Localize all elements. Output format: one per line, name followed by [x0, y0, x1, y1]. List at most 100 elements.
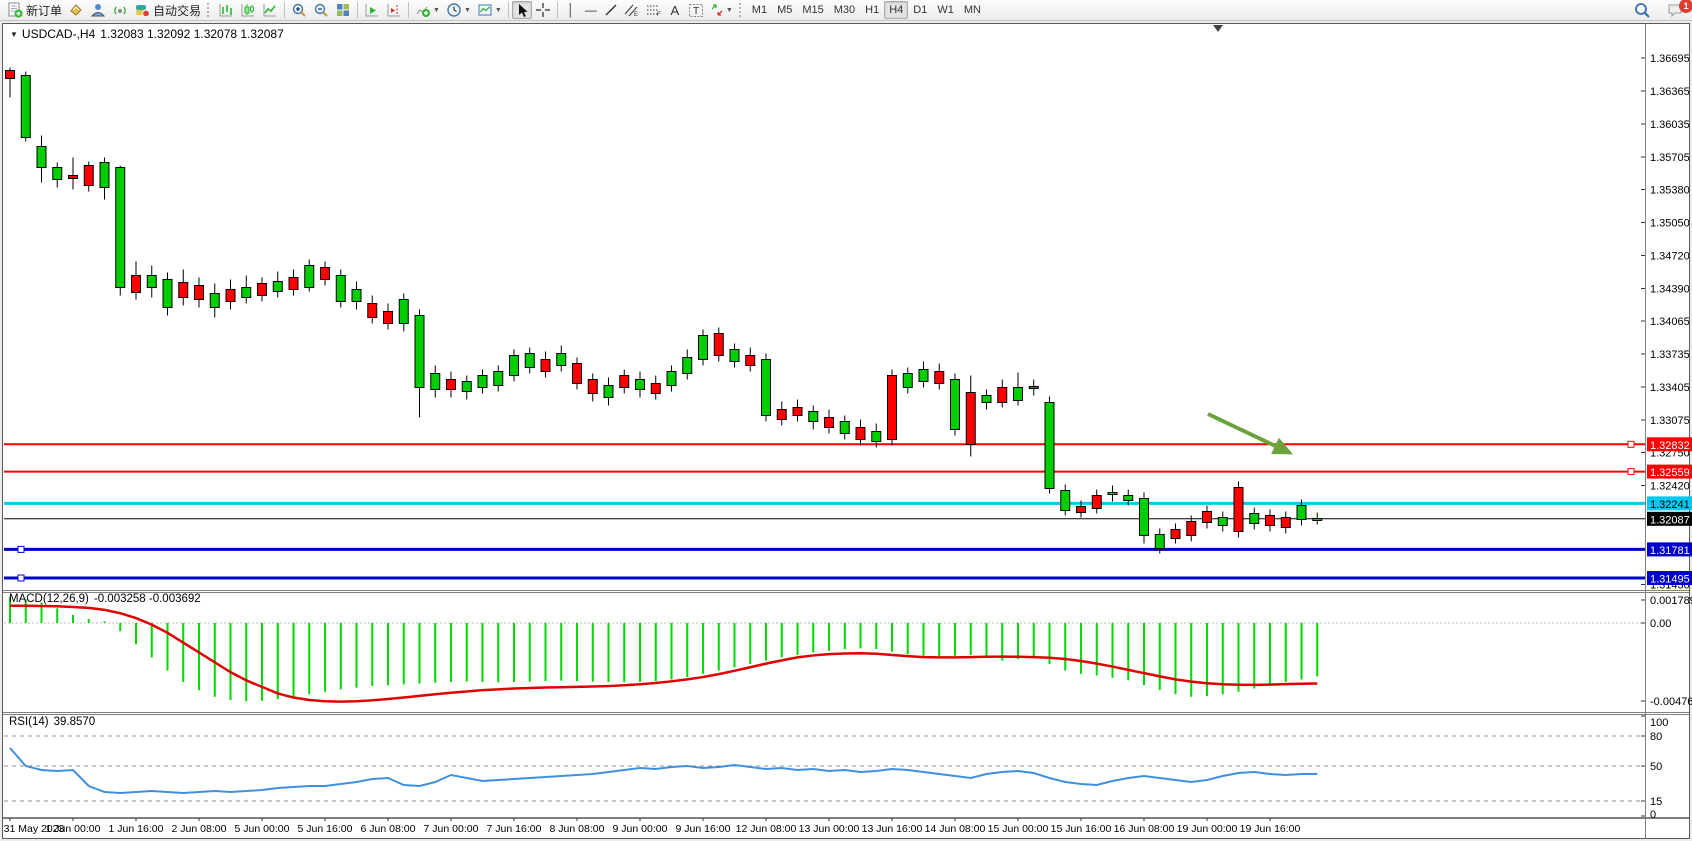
- macd-values: -0.003258 -0.003692: [94, 593, 201, 605]
- candlestick-series: [6, 68, 1322, 554]
- time-axis-label: 9 Jun 16:00: [676, 823, 731, 835]
- candle-body: [399, 300, 408, 324]
- line-handle[interactable]: [1628, 441, 1634, 447]
- chart-shift-marker[interactable]: [1213, 25, 1223, 32]
- candle-body: [730, 350, 739, 362]
- time-axis-label: 15 Jun 00:00: [988, 823, 1049, 835]
- svg-text:0.00: 0.00: [1650, 618, 1671, 630]
- svg-text:80: 80: [1650, 731, 1662, 743]
- candle-body: [1140, 499, 1149, 536]
- candle-body: [872, 432, 881, 442]
- candle-body: [1092, 496, 1101, 509]
- time-axis-label: 12 Jun 08:00: [736, 823, 797, 835]
- candle-body: [53, 168, 62, 180]
- time-axis: 31 May 20231 Jun 00:001 Jun 16:002 Jun 0…: [4, 818, 1301, 835]
- candle-body: [415, 316, 424, 388]
- candle-body: [1045, 403, 1054, 489]
- candle-body: [541, 360, 550, 372]
- candle-body: [21, 76, 30, 138]
- time-axis-label: 6 Jun 08:00: [361, 823, 416, 835]
- candle-body: [147, 276, 156, 288]
- candle-body: [1266, 516, 1275, 526]
- time-axis-label: 13 Jun 00:00: [799, 823, 860, 835]
- price-badge-text: 1.31495: [1650, 574, 1690, 586]
- candle-body: [478, 376, 487, 388]
- candle-body: [746, 356, 755, 366]
- candle-body: [195, 286, 204, 300]
- macd-indicator-label: MACD(12,26,9) -0.003258 -0.003692: [9, 593, 201, 605]
- rsi-name: RSI(14): [9, 716, 49, 728]
- candle-body: [69, 176, 78, 179]
- candle-body: [1061, 491, 1070, 511]
- line-handle[interactable]: [18, 575, 24, 581]
- candle-body: [762, 360, 771, 416]
- time-axis-label: 15 Jun 16:00: [1051, 823, 1112, 835]
- candle-body: [100, 163, 109, 188]
- svg-text:1.32420: 1.32420: [1650, 481, 1690, 493]
- svg-text:1.33075: 1.33075: [1650, 415, 1690, 427]
- candle-body: [888, 376, 897, 440]
- candle-body: [1313, 519, 1322, 521]
- candle-body: [1108, 493, 1117, 495]
- time-axis-label: 2 Jun 08:00: [172, 823, 227, 835]
- candle-body: [431, 374, 440, 390]
- candle-body: [588, 380, 597, 394]
- candle-body: [336, 276, 345, 302]
- time-axis-label: 5 Jun 16:00: [298, 823, 353, 835]
- macd-panel: 0.001789 0.00 -0.004763: [4, 595, 1692, 708]
- chart-ohlc-values: 1.32083 1.32092 1.32078 1.32087: [100, 27, 284, 41]
- macd-signal-line: [10, 606, 1317, 702]
- candle-body: [557, 354, 566, 366]
- chart-canvas[interactable]: 1.366951.363651.360351.357051.353801.350…: [0, 0, 1692, 841]
- svg-text:-0.004763: -0.004763: [1650, 696, 1692, 708]
- svg-text:50: 50: [1650, 761, 1662, 773]
- line-handle[interactable]: [18, 546, 24, 552]
- time-axis-label: 19 Jun 16:00: [1240, 823, 1301, 835]
- svg-text:1.33405: 1.33405: [1650, 382, 1690, 394]
- chart-symbol: USDCAD-,H4: [22, 27, 95, 41]
- candle-body: [667, 372, 676, 386]
- candle-body: [777, 410, 786, 420]
- candle-body: [856, 428, 865, 440]
- candle-body: [289, 278, 298, 290]
- candle-body: [1155, 535, 1164, 549]
- candle-body: [1218, 518, 1227, 526]
- rsi-line: [10, 748, 1317, 793]
- candle-body: [494, 372, 503, 386]
- candle-body: [1203, 512, 1212, 523]
- candle-body: [226, 290, 235, 302]
- candle-body: [636, 380, 645, 390]
- horizontal-lines: 1.328321.325591.322411.320871.317811.314…: [4, 437, 1692, 585]
- candle-body: [951, 380, 960, 430]
- candle-body: [620, 376, 629, 388]
- svg-text:1.36035: 1.36035: [1650, 119, 1690, 131]
- candle-body: [793, 408, 802, 416]
- candle-body: [273, 282, 282, 292]
- macd-name: MACD(12,26,9): [9, 593, 89, 605]
- candle-body: [1234, 488, 1243, 532]
- price-badge-text: 1.32241: [1650, 499, 1690, 511]
- time-axis-label: 5 Jun 00:00: [235, 823, 290, 835]
- price-badge-text: 1.32832: [1650, 440, 1690, 452]
- price-badge-text: 1.32559: [1650, 467, 1690, 479]
- candle-body: [1014, 388, 1023, 401]
- candle-body: [525, 354, 534, 368]
- time-axis-label: 14 Jun 08:00: [925, 823, 986, 835]
- line-handle[interactable]: [1628, 469, 1634, 475]
- candle-body: [242, 288, 251, 298]
- svg-text:0.001789: 0.001789: [1650, 595, 1692, 607]
- svg-text:1.34390: 1.34390: [1650, 284, 1690, 296]
- trend-arrow-annotation[interactable]: [1208, 414, 1288, 452]
- candle-body: [462, 382, 471, 392]
- candle-body: [982, 396, 991, 403]
- time-axis-label: 1 Jun 16:00: [109, 823, 164, 835]
- candle-body: [1171, 530, 1180, 539]
- candle-body: [132, 276, 141, 293]
- time-axis-label: 16 Jun 08:00: [1114, 823, 1175, 835]
- svg-text:1.35380: 1.35380: [1650, 185, 1690, 197]
- collapse-triangle-icon[interactable]: ▼: [10, 30, 18, 39]
- rsi-indicator-label: RSI(14)39.8570: [9, 716, 95, 728]
- candle-body: [604, 386, 613, 398]
- svg-text:1.34065: 1.34065: [1650, 316, 1690, 328]
- candle-body: [163, 280, 172, 308]
